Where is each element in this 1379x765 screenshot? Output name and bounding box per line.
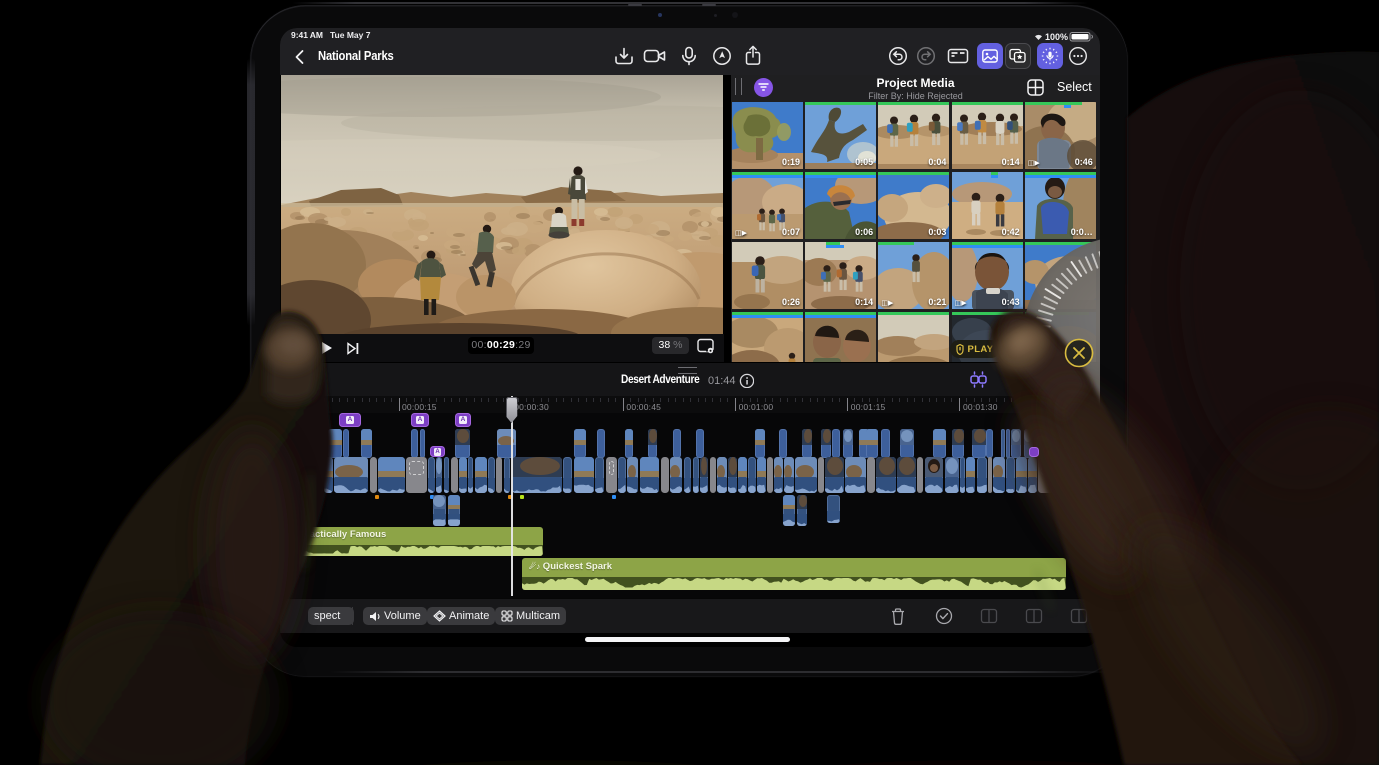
svg-text:100%: 100% [1045, 32, 1068, 42]
